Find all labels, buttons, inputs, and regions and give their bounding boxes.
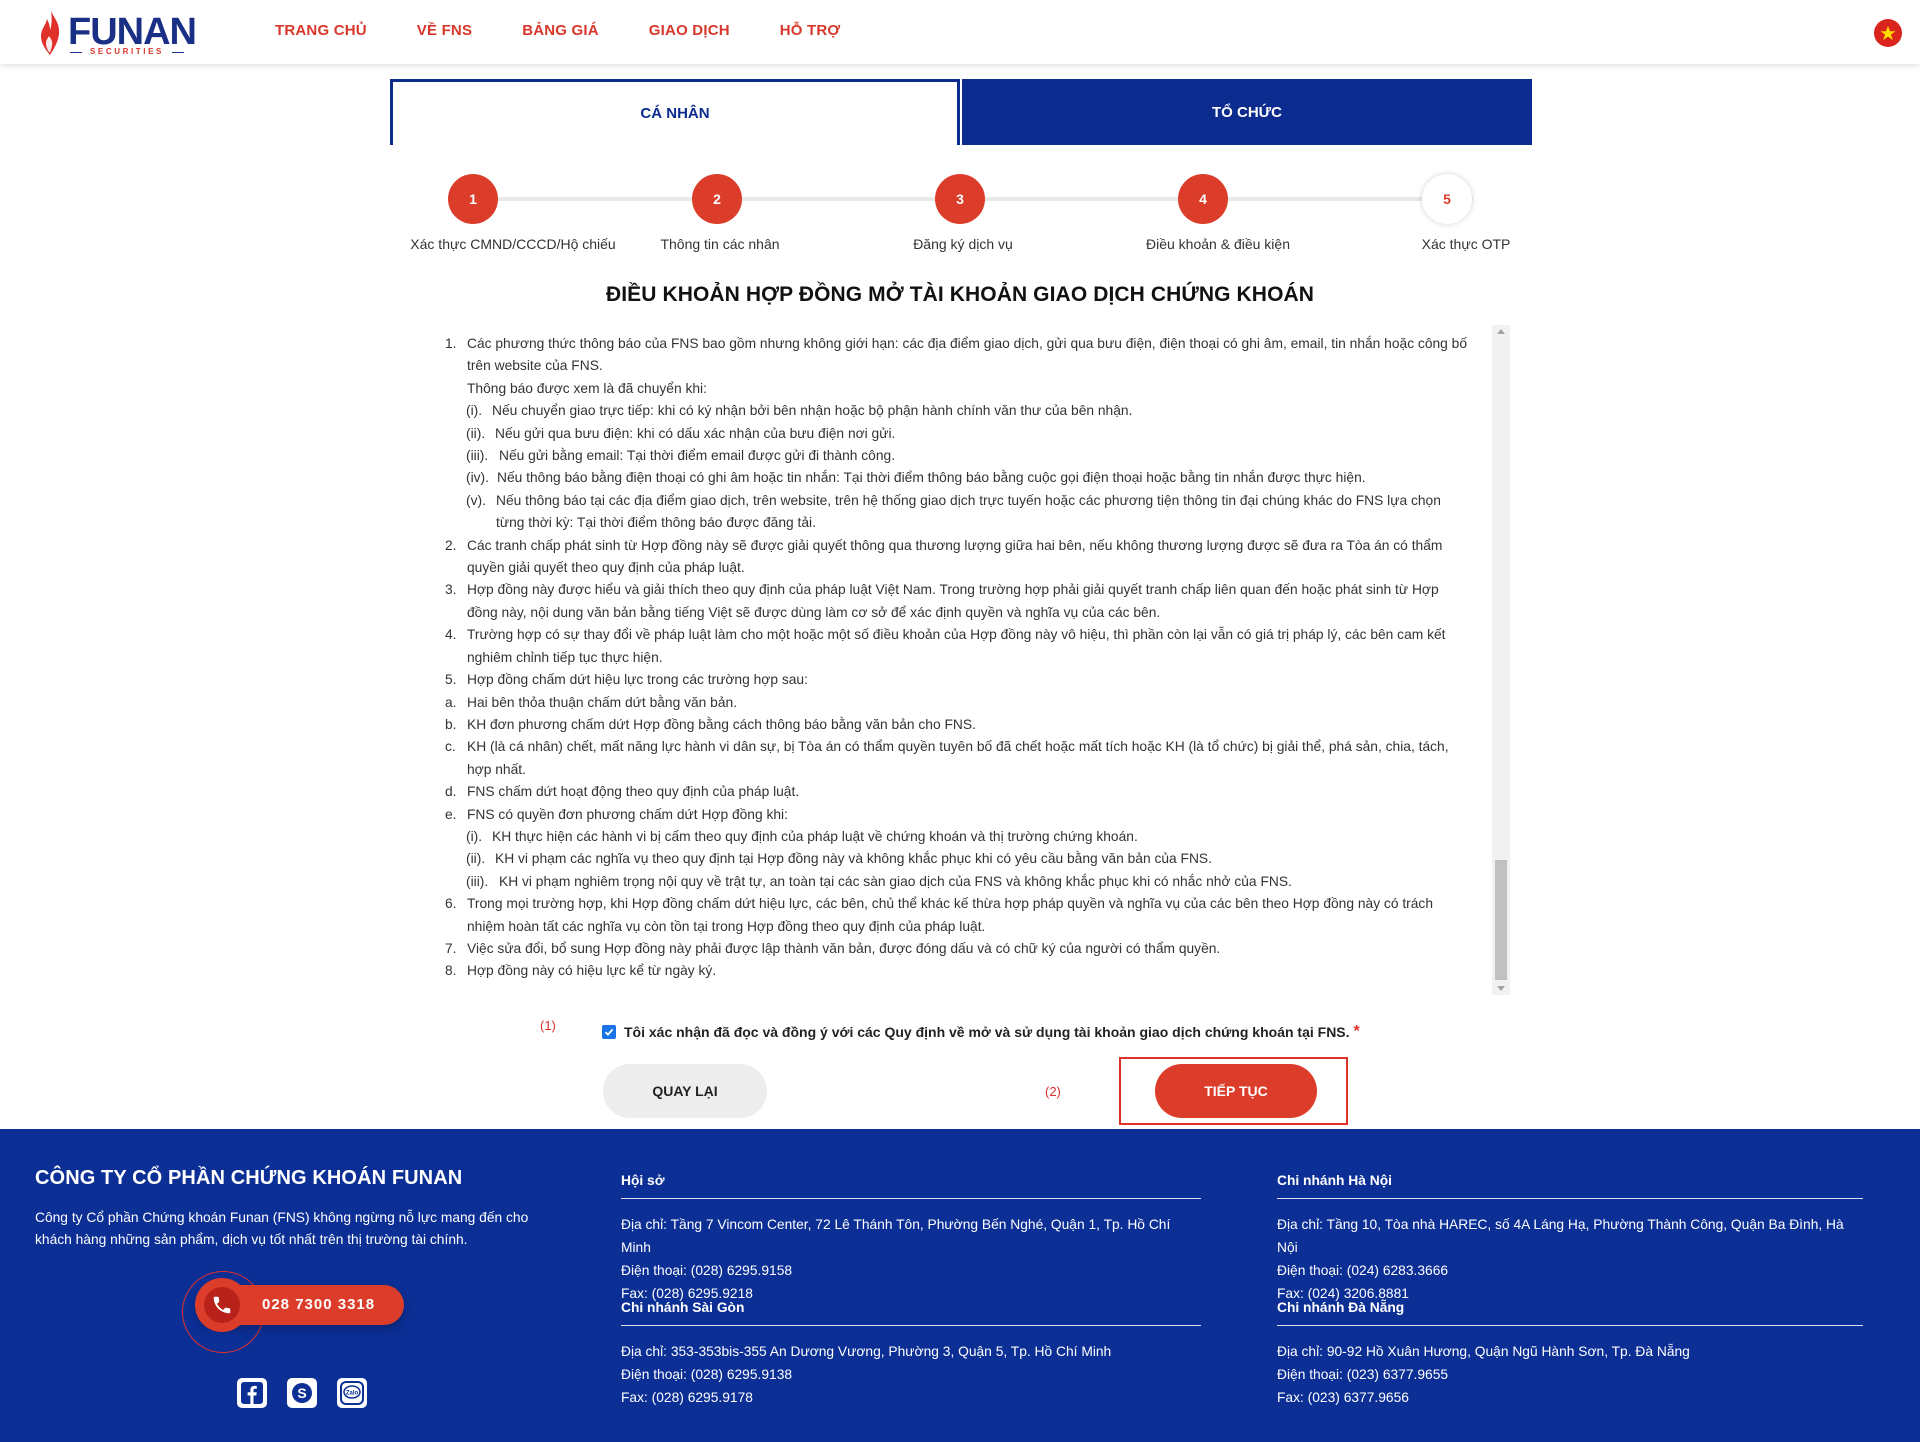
terms-subitem: (i). KH thực hiện các hành vi bị cấm theo… bbox=[466, 828, 1138, 844]
terms-item: 1. Các phương thức thông báo của FNS bao … bbox=[445, 336, 1468, 374]
funan-logo[interactable]: FUNAN SECURITIES bbox=[38, 10, 197, 57]
nav-trading[interactable]: GIAO DỊCH bbox=[649, 22, 730, 39]
terms-item: Thông báo được xem là đã chuyển khi: bbox=[467, 380, 707, 396]
step-4-label: Điều khoản & điều kiện bbox=[1146, 236, 1290, 252]
office-hanoi-phone: Điện thoại: (024) 6283.3666 bbox=[1277, 1263, 1449, 1278]
office-hanoi: Chi nhánh Hà Nội Địa chỉ: Tầng 10, Tòa n… bbox=[1277, 1169, 1863, 1305]
step-5-label: Xác thực OTP bbox=[1421, 236, 1511, 252]
site-footer: CÔNG TY CỔ PHẦN CHỨNG KHOÁN FUNAN Công t… bbox=[0, 1129, 1920, 1442]
tab-organization[interactable]: TỔ CHỨC bbox=[962, 79, 1532, 145]
office-saigon: Chi nhánh Sài Gòn Địa chỉ: 353-353bis-35… bbox=[621, 1296, 1201, 1409]
terms-item: 5. Hợp đồng chấm dứt hiệu lực trong các t… bbox=[445, 672, 808, 688]
svg-text:S: S bbox=[297, 1385, 306, 1401]
svg-text:Zalo: Zalo bbox=[346, 1391, 359, 1397]
brand-subtitle: SECURITIES bbox=[70, 47, 184, 57]
terms-subitem: (iii). Nếu gửi bằng email: Tại thời điểm … bbox=[466, 448, 896, 464]
scroll-thumb[interactable] bbox=[1495, 860, 1507, 980]
office-danang-fax: Fax: (023) 6377.9656 bbox=[1277, 1390, 1409, 1405]
terms-subitem: (i). Nếu chuyển giao trực tiếp: khi có ký… bbox=[466, 403, 1133, 419]
terms-scrollbar[interactable] bbox=[1492, 325, 1510, 995]
office-saigon-address: Địa chỉ: 353-353bis-355 An Dương Vương, … bbox=[621, 1344, 1112, 1359]
footer-description: Công ty Cổ phần Chứng khoán Funan (FNS) … bbox=[35, 1210, 529, 1248]
zalo-icon[interactable]: Zalo bbox=[337, 1378, 367, 1408]
office-hq-phone: Điện thoại: (028) 6295.9158 bbox=[621, 1263, 793, 1278]
hotline-number: 028 7300 3318 bbox=[262, 1296, 376, 1313]
flame-icon bbox=[41, 11, 60, 55]
footer-company-name: CÔNG TY CỔ PHẦN CHỨNG KHOÁN FUNAN bbox=[35, 1167, 463, 1189]
brand-name: FUNAN bbox=[68, 11, 197, 53]
step-4-circle: 4 bbox=[1178, 174, 1228, 224]
nav-support[interactable]: HỖ TRỢ bbox=[780, 22, 841, 39]
office-danang: Chi nhánh Đà Nẵng Địa chỉ: 90-92 Hồ Xuân… bbox=[1277, 1296, 1863, 1409]
office-hanoi-address: Địa chỉ: Tầng 10, Tòa nhà HAREC, số 4A L… bbox=[1277, 1217, 1844, 1255]
phone-glyph-icon bbox=[213, 1296, 231, 1314]
terms-item: a. Hai bên thỏa thuận chấm dứt bằng văn b… bbox=[445, 694, 738, 710]
step-1-label: Xác thực CMND/CCCD/Hộ chiếu bbox=[410, 236, 616, 252]
office-hq-title: Hội sở bbox=[621, 1169, 1201, 1199]
terms-item: 7. Việc sửa đổi, bổ sung Hợp đồng này phả… bbox=[445, 940, 1221, 956]
office-hq-address: Địa chỉ: Tầng 7 Vincom Center, 72 Lê Thá… bbox=[621, 1217, 1171, 1255]
back-button[interactable]: QUAY LẠI bbox=[603, 1064, 767, 1118]
page-title: ĐIỀU KHOẢN HỢP ĐỒNG MỞ TÀI KHOẢN GIAO DỊ… bbox=[605, 283, 1315, 306]
terms-content: 1. Các phương thức thông báo của FNS bao … bbox=[443, 325, 1473, 983]
terms-item: 6. Trong mọi trường hợp, khi Hợp đồng chấ… bbox=[445, 896, 1433, 934]
main-nav: TRANG CHỦ VỀ FNS BẢNG GIÁ GIAO DỊCH HỖ T… bbox=[275, 22, 890, 39]
step-2-circle: 2 bbox=[692, 174, 742, 224]
nav-price-board[interactable]: BẢNG GIÁ bbox=[522, 22, 599, 39]
tab-individual[interactable]: CÁ NHÂN bbox=[390, 79, 960, 145]
terms-item: 8. Hợp đồng này có hiệu lực kể từ ngày ký… bbox=[445, 963, 717, 979]
terms-item: 2. Các tranh chấp phát sinh từ Hợp đồng n… bbox=[445, 537, 1443, 576]
nav-home[interactable]: TRANG CHỦ bbox=[275, 22, 367, 39]
office-hanoi-title: Chi nhánh Hà Nội bbox=[1277, 1169, 1863, 1199]
office-danang-phone: Điện thoại: (023) 6377.9655 bbox=[1277, 1367, 1449, 1382]
agree-label[interactable]: Tôi xác nhận đã đọc và đồng ý với các Qu… bbox=[624, 1024, 1350, 1040]
office-saigon-title: Chi nhánh Sài Gòn bbox=[621, 1296, 1201, 1326]
terms-subitem: (ii). Nếu gửi qua bưu điện: khi có dấu xá… bbox=[466, 425, 896, 441]
next-button[interactable]: TIẾP TỤC bbox=[1155, 1064, 1317, 1118]
vietnam-flag-icon[interactable] bbox=[1874, 19, 1902, 47]
terms-subitem: (ii). KH vi phạm các nghĩa vụ theo quy đị… bbox=[466, 851, 1212, 867]
annotation-2: (2) bbox=[1045, 1084, 1061, 1099]
check-icon bbox=[604, 1028, 614, 1036]
step-2-label: Thông tin các nhân bbox=[660, 236, 780, 252]
terms-subitem: (v). Nếu thông báo tại các địa điểm giao … bbox=[466, 492, 1441, 531]
step-1-circle: 1 bbox=[448, 174, 498, 224]
step-5-circle: 5 bbox=[1422, 174, 1472, 224]
agree-checkbox[interactable] bbox=[602, 1025, 616, 1039]
phone-icon-inner bbox=[204, 1287, 240, 1323]
skype-icon[interactable]: S bbox=[287, 1378, 317, 1408]
office-saigon-fax: Fax: (028) 6295.9178 bbox=[621, 1390, 753, 1405]
terms-item: e. FNS có quyền đơn phương chấm dứt Hợp đ… bbox=[445, 806, 788, 822]
terms-item: 4. Trường hợp có sự thay đổi về pháp luật… bbox=[445, 627, 1446, 665]
terms-scroll-box[interactable]: 1. Các phương thức thông báo của FNS bao … bbox=[443, 325, 1510, 995]
star-icon bbox=[1880, 26, 1896, 40]
step-3-circle: 3 bbox=[935, 174, 985, 224]
scroll-up-arrow-icon[interactable] bbox=[1497, 329, 1505, 334]
office-hq: Hội sở Địa chỉ: Tầng 7 Vincom Center, 72… bbox=[621, 1169, 1201, 1305]
scroll-down-arrow-icon[interactable] bbox=[1497, 986, 1505, 991]
required-marker: * bbox=[1353, 1023, 1360, 1040]
step-3-label: Đăng ký dịch vụ bbox=[913, 236, 1013, 252]
terms-item: c. KH (là cá nhân) chết, mất năng lực hàn… bbox=[445, 739, 1449, 777]
phone-icon[interactable] bbox=[195, 1278, 249, 1332]
terms-subitem: (iii). KH vi phạm nghiêm trọng nội quy về… bbox=[466, 873, 1292, 889]
terms-item: 3. Hợp đồng này được hiểu và giải thích t… bbox=[445, 582, 1439, 620]
site-header: FUNAN SECURITIES TRANG CHỦ VỀ FNS BẢNG G… bbox=[0, 0, 1920, 64]
annotation-1: (1) bbox=[540, 1018, 556, 1033]
terms-subitem: (iv). Nếu thông báo bằng điện thoại có gh… bbox=[466, 470, 1366, 486]
terms-item: d. FNS chấm dứt hoạt động theo quy định c… bbox=[445, 784, 800, 800]
nav-about[interactable]: VỀ FNS bbox=[417, 22, 472, 39]
office-saigon-phone: Điện thoại: (028) 6295.9138 bbox=[621, 1367, 793, 1382]
agree-row: Tôi xác nhận đã đọc và đồng ý với các Qu… bbox=[602, 1023, 1360, 1041]
facebook-icon[interactable] bbox=[237, 1378, 267, 1408]
office-danang-title: Chi nhánh Đà Nẵng bbox=[1277, 1296, 1863, 1326]
office-danang-address: Địa chỉ: 90-92 Hồ Xuân Hương, Quận Ngũ H… bbox=[1277, 1344, 1690, 1359]
terms-item: b. KH đơn phương chấm dứt Hợp đồng bằng c… bbox=[445, 716, 976, 732]
